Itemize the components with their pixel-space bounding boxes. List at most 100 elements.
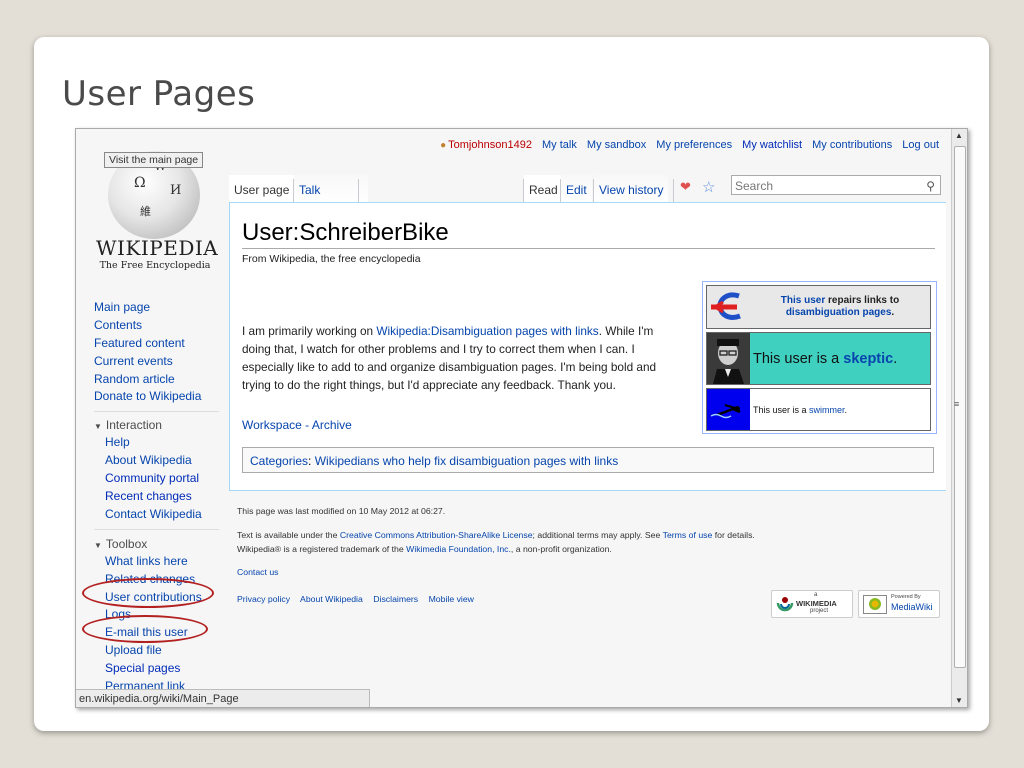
sidebar-item-special-pages[interactable]: Special pages	[94, 660, 234, 678]
watch-star-icon[interactable]: ☆	[702, 178, 715, 196]
wikimedia-badge-post: project	[810, 608, 829, 614]
triangle-down-icon: ▼	[94, 422, 102, 432]
annotation-circle-user-contributions	[82, 578, 214, 608]
user-icon: ●	[440, 140, 447, 151]
repair-text: repairs links to	[825, 295, 900, 306]
skeptic-dot: .	[893, 350, 898, 367]
cc-license-link[interactable]: Creative Commons Attribution-ShareAlike …	[340, 530, 533, 540]
about-wikipedia-link[interactable]: About Wikipedia	[300, 594, 363, 604]
mediawiki-logo-icon	[863, 595, 887, 614]
userbox-container: This user repairs links to disambiguation…	[702, 281, 937, 434]
tab-user-page[interactable]: User page	[229, 175, 295, 203]
skeptic-prefix: This user is a	[753, 350, 844, 367]
privacy-policy-link[interactable]: Privacy policy	[237, 594, 290, 604]
swimmer-dot: .	[844, 404, 848, 415]
mobile-view-link[interactable]: Mobile view	[429, 594, 474, 604]
disambiguation-link[interactable]: Wikipedia:Disambiguation pages with link…	[376, 324, 598, 338]
sidebar-item-help[interactable]: Help	[94, 434, 234, 452]
search-input[interactable]: Search ⚲	[731, 175, 941, 195]
wikimedia-badge-pre: a	[814, 592, 818, 598]
wikimedia-badge-name: WIKIMEDIA	[796, 599, 837, 608]
interaction-section-toggle[interactable]: ▼ Interaction	[94, 416, 234, 434]
search-placeholder: Search	[735, 179, 774, 193]
tab-separator	[358, 179, 359, 203]
scroll-up-arrow-icon[interactable]: ▲	[955, 131, 963, 140]
search-icon[interactable]: ⚲	[926, 176, 935, 196]
categories-label-link[interactable]: Categories	[250, 454, 308, 468]
my-preferences-link[interactable]: My preferences	[656, 139, 732, 151]
tab-read[interactable]: Read	[524, 175, 563, 203]
this-user-link[interactable]: This user	[781, 295, 825, 306]
wikipedia-wordmark: WIKIPEDIA	[96, 236, 219, 260]
my-watchlist-link[interactable]: My watchlist	[742, 139, 802, 151]
categories-separator: :	[308, 454, 315, 468]
license-part-1: Text is available under the	[237, 530, 340, 540]
disclaimers-link[interactable]: Disclaimers	[373, 594, 418, 604]
title-rule	[242, 248, 935, 249]
triangle-down-icon: ▼	[94, 540, 102, 550]
globe-glyph-wei: 維	[140, 205, 151, 218]
disambiguation-pages-link[interactable]: disambiguation pages	[786, 307, 892, 318]
toolbox-section-toggle[interactable]: ▼ Toolbox	[94, 535, 234, 553]
swimmer-text: This user is a swimmer.	[753, 389, 927, 430]
sidebar-item-community-portal[interactable]: Community portal	[94, 470, 234, 488]
vertical-scrollbar[interactable]: ▲ ≡ ▼	[951, 129, 967, 707]
sidebar-item-contents[interactable]: Contents	[94, 317, 234, 335]
sidebar-item-recent-changes[interactable]: Recent changes	[94, 488, 234, 506]
heart-icon[interactable]: ❤	[680, 179, 691, 195]
license-text: Text is available under the Creative Com…	[237, 530, 755, 540]
slide-title: User Pages	[62, 74, 256, 114]
powered-by-mediawiki-badge[interactable]: Powered By MediaWiki	[858, 590, 940, 618]
sidebar-item-current-events[interactable]: Current events	[94, 353, 234, 371]
interaction-label: Interaction	[105, 418, 162, 433]
username-link[interactable]: Tomjohnson1492	[448, 139, 532, 151]
my-contributions-link[interactable]: My contributions	[812, 139, 892, 151]
sidebar-item-donate[interactable]: Donate to Wikipedia	[94, 388, 234, 406]
scrollbar-grip-icon: ≡	[954, 399, 960, 409]
contact-row: Contact us	[237, 567, 279, 577]
globe-glyph-omega: Ω	[134, 175, 146, 191]
contact-us-link[interactable]: Contact us	[237, 567, 279, 577]
swimmer-prefix: This user is a	[753, 404, 810, 415]
tab-separator	[673, 179, 674, 203]
category-link[interactable]: Wikipedians who help fix disambiguation …	[315, 454, 619, 468]
sidebar-item-contact-wikipedia[interactable]: Contact Wikipedia	[94, 506, 234, 524]
sidebar-item-random-article[interactable]: Random article	[94, 371, 234, 389]
sidebar-item-about-wikipedia[interactable]: About Wikipedia	[94, 452, 234, 470]
sidebar-item-featured-content[interactable]: Featured content	[94, 335, 234, 353]
site-subtitle: From Wikipedia, the free encyclopedia	[242, 253, 421, 265]
skeptic-text: This user is a skeptic.	[753, 333, 927, 384]
terms-of-use-link[interactable]: Terms of use	[663, 530, 713, 540]
swimmer-link[interactable]: swimmer	[809, 405, 845, 415]
license-part-2: ; additional terms may apply. See	[532, 530, 663, 540]
tab-edit[interactable]: Edit	[561, 175, 592, 203]
sidebar-divider	[94, 406, 219, 413]
globe-glyph-i: И	[170, 183, 182, 198]
archive-link[interactable]: Archive	[312, 418, 352, 432]
footer-links: Privacy policy About Wikipedia Disclaime…	[237, 594, 482, 604]
sidebar-item-main-page[interactable]: Main page	[94, 299, 234, 317]
content-area: User:SchreiberBike From Wikipedia, the f…	[229, 202, 946, 491]
log-out-link[interactable]: Log out	[902, 139, 939, 151]
mediawiki-badge-pre: Powered By	[891, 594, 921, 600]
userbox-skeptic: This user is a skeptic.	[706, 332, 931, 385]
my-talk-link[interactable]: My talk	[542, 139, 577, 151]
sidebar-item-what-links-here[interactable]: What links here	[94, 553, 234, 571]
sidebar-item-upload-file[interactable]: Upload file	[94, 642, 234, 660]
toolbox-label: Toolbox	[105, 536, 148, 551]
trademark-part-1: Wikipedia® is a registered trademark of …	[237, 544, 407, 554]
para-text-before: I am primarily working on	[242, 324, 377, 338]
wikimedia-foundation-link[interactable]: Wikimedia Foundation, Inc.	[406, 544, 511, 554]
workspace-separator: -	[301, 418, 312, 432]
scroll-down-arrow-icon[interactable]: ▼	[955, 696, 963, 705]
last-modified-text: This page was last modified on 10 May 20…	[237, 506, 446, 516]
disambiguation-icon	[707, 286, 750, 328]
wikimedia-project-badge[interactable]: a WIKIMEDIA project	[771, 590, 853, 618]
tab-view-history[interactable]: View history	[594, 175, 669, 203]
tab-talk[interactable]: Talk	[294, 175, 368, 203]
wikimedia-logo-icon	[776, 597, 794, 612]
annotation-circle-email-this-user	[82, 615, 208, 643]
my-sandbox-link[interactable]: My sandbox	[587, 139, 646, 151]
skeptic-link[interactable]: skeptic	[843, 351, 893, 367]
workspace-link[interactable]: Workspace	[242, 418, 302, 432]
